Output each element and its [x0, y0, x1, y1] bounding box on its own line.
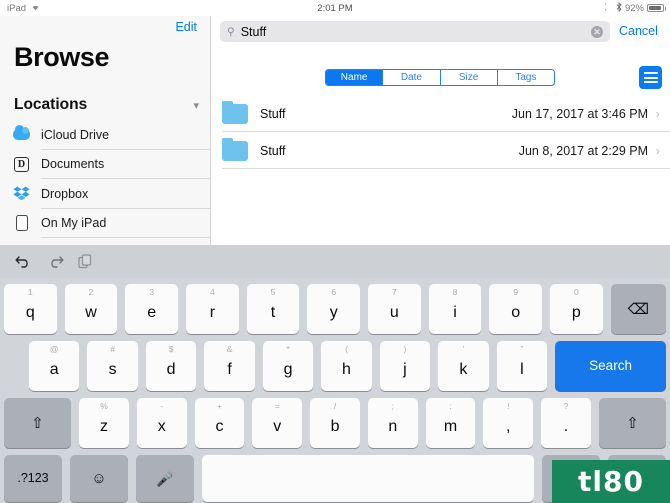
- key-period[interactable]: ?.: [541, 398, 591, 448]
- key-j[interactable]: )j: [380, 341, 430, 391]
- list-lines: [644, 72, 658, 83]
- key-w[interactable]: 2w: [65, 284, 118, 334]
- keyboard-row-3: ⇧ %z -x +c =v /b ;n :m !, ?. ⇧: [0, 398, 670, 448]
- keyboard-row-2: @a #s $d &f *g (h )j ’k ”l Search: [0, 341, 670, 391]
- chevron-right-icon[interactable]: ›: [656, 143, 660, 158]
- folder-icon: [222, 141, 248, 161]
- file-name: Stuff: [260, 107, 512, 121]
- sidebar: Edit Browse Locations ▾ iCloud Drive D D…: [0, 16, 211, 245]
- search-input[interactable]: ⚲ Stuff ✕: [220, 21, 610, 42]
- file-date: Jun 17, 2017 at 3:46 PM: [512, 107, 648, 121]
- battery-icon: [647, 4, 664, 12]
- numeric-key-left[interactable]: .?123: [4, 455, 62, 502]
- page-title: Browse: [14, 42, 109, 73]
- sort-segmented-control: Name Date Size Tags: [325, 69, 555, 86]
- sidebar-item-documents[interactable]: D Documents: [0, 150, 211, 180]
- watermark-text: tl80: [578, 465, 644, 498]
- key-c[interactable]: +c: [195, 398, 245, 448]
- key-o[interactable]: 9o: [489, 284, 542, 334]
- redo-icon[interactable]: [44, 250, 66, 272]
- dropbox-icon: [13, 185, 30, 202]
- folder-icon: [222, 104, 248, 124]
- sidebar-item-label: Documents: [41, 157, 104, 171]
- documents-icon: D: [13, 156, 30, 173]
- sidebar-item-label: On My iPad: [41, 216, 106, 230]
- key-v[interactable]: =v: [252, 398, 302, 448]
- key-h[interactable]: (h: [321, 341, 371, 391]
- search-value: Stuff: [241, 25, 591, 39]
- key-q[interactable]: 1q: [4, 284, 57, 334]
- key-u[interactable]: 7u: [368, 284, 421, 334]
- icloud-icon: [13, 126, 30, 143]
- search-icon: ⚲: [227, 26, 235, 38]
- segment-date[interactable]: Date: [383, 70, 440, 85]
- key-p[interactable]: 0p: [550, 284, 603, 334]
- key-x[interactable]: -x: [137, 398, 187, 448]
- table-row[interactable]: Stuff Jun 17, 2017 at 3:46 PM ›: [211, 95, 670, 132]
- file-list: Stuff Jun 17, 2017 at 3:46 PM › Stuff Ju…: [211, 95, 670, 169]
- keyboard-row-1: 1q 2w 3e 4r 5t 6y 7u 8i 9o 0p ⌫: [0, 284, 670, 334]
- search-bar: ⚲ Stuff ✕ Cancel: [211, 16, 670, 46]
- clear-icon[interactable]: ✕: [591, 26, 603, 38]
- undo-icon[interactable]: [12, 250, 34, 272]
- paste-icon[interactable]: [74, 250, 96, 272]
- key-g[interactable]: *g: [263, 341, 313, 391]
- watermark: tl80: [552, 460, 670, 503]
- chevron-down-icon[interactable]: ▾: [193, 99, 199, 112]
- list-view-icon[interactable]: [639, 66, 662, 89]
- search-key[interactable]: Search: [555, 341, 666, 391]
- key-d[interactable]: $d: [146, 341, 196, 391]
- key-k[interactable]: ’k: [438, 341, 488, 391]
- key-e[interactable]: 3e: [125, 284, 178, 334]
- key-n[interactable]: ;n: [368, 398, 418, 448]
- key-f[interactable]: &f: [204, 341, 254, 391]
- key-y[interactable]: 6y: [307, 284, 360, 334]
- dictation-key[interactable]: 🎤: [136, 455, 194, 502]
- ipad-icon: [13, 215, 30, 232]
- key-m[interactable]: :m: [426, 398, 476, 448]
- locations-label: Locations: [14, 96, 87, 114]
- file-name: Stuff: [260, 144, 519, 158]
- ipad-files-app-screen: iPad 2:01 PM 92% Edit Browse Locations ▾: [0, 0, 670, 503]
- keyboard-toolbar: [0, 245, 670, 278]
- emoji-key[interactable]: ☺: [70, 455, 128, 502]
- segment-size[interactable]: Size: [441, 70, 498, 85]
- sidebar-item-label: iCloud Drive: [41, 128, 109, 142]
- space-key[interactable]: [202, 455, 534, 502]
- key-t[interactable]: 5t: [247, 284, 300, 334]
- key-s[interactable]: #s: [87, 341, 137, 391]
- cancel-button[interactable]: Cancel: [619, 24, 658, 38]
- sidebar-item-icloud-drive[interactable]: iCloud Drive: [0, 120, 211, 150]
- key-r[interactable]: 4r: [186, 284, 239, 334]
- status-bar: iPad 2:01 PM 92%: [0, 0, 670, 16]
- status-bar-right: 92%: [605, 2, 664, 15]
- sidebar-item-recently-deleted[interactable]: Recently Deleted: [0, 238, 211, 245]
- content-pane: ⚲ Stuff ✕ Cancel Name Date Size Tags Stu…: [211, 16, 670, 245]
- chevron-right-icon[interactable]: ›: [656, 106, 660, 121]
- clock-label: 2:01 PM: [0, 3, 670, 14]
- key-l[interactable]: ”l: [497, 341, 547, 391]
- battery-percent-label: 92%: [625, 3, 644, 14]
- backspace-key[interactable]: ⌫: [611, 284, 666, 334]
- rotation-lock-icon: [605, 2, 613, 14]
- key-a[interactable]: @a: [29, 341, 79, 391]
- locations-list: iCloud Drive D Documents: [0, 120, 211, 245]
- key-comma[interactable]: !,: [483, 398, 533, 448]
- shift-key-right[interactable]: ⇧: [599, 398, 666, 448]
- sidebar-item-dropbox[interactable]: Dropbox: [0, 179, 211, 209]
- shift-key-left[interactable]: ⇧: [4, 398, 71, 448]
- key-z[interactable]: %z: [79, 398, 129, 448]
- table-row[interactable]: Stuff Jun 8, 2017 at 2:29 PM ›: [211, 132, 670, 169]
- bluetooth-icon: [616, 2, 622, 15]
- segment-tags[interactable]: Tags: [498, 70, 554, 85]
- key-i[interactable]: 8i: [429, 284, 482, 334]
- key-b[interactable]: /b: [310, 398, 360, 448]
- locations-section-header[interactable]: Locations ▾: [14, 96, 199, 114]
- segment-name[interactable]: Name: [326, 70, 383, 85]
- sidebar-item-label: Dropbox: [41, 187, 88, 201]
- edit-button[interactable]: Edit: [175, 20, 197, 34]
- sidebar-item-on-my-ipad[interactable]: On My iPad: [0, 209, 211, 239]
- file-date: Jun 8, 2017 at 2:29 PM: [519, 144, 648, 158]
